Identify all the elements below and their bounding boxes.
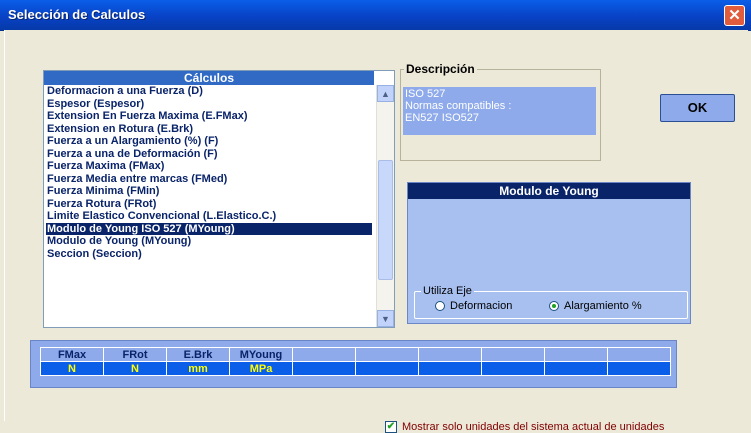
descripcion-line-2: Normas compatibles : [405, 100, 512, 112]
ok-button[interactable]: OK [660, 94, 735, 122]
unit-header-cell[interactable] [355, 347, 419, 362]
title-bar[interactable]: Selección de Calculos ✕ [0, 0, 751, 31]
unit-header-cell[interactable] [481, 347, 545, 362]
radio-alargamiento-icon [549, 301, 559, 312]
descripcion-group: Descripción ISO 527 Normas compatibles :… [400, 62, 601, 161]
scroll-thumb[interactable] [378, 160, 393, 280]
chevron-down-icon: ▼ [381, 314, 390, 324]
list-item[interactable]: Seccion (Seccion) [46, 248, 372, 261]
radio-alargamiento-label: Alargamiento % [564, 300, 642, 312]
unit-value-cell[interactable]: mm [166, 361, 230, 376]
list-item[interactable]: Limite Elastico Convencional (L.Elastico… [46, 210, 372, 223]
list-item[interactable]: Espesor (Espesor) [46, 98, 372, 111]
modulo-young-header: Modulo de Young [408, 183, 690, 199]
list-item[interactable]: Fuerza Maxima (FMax) [46, 160, 372, 173]
unit-value-cell[interactable] [292, 361, 356, 376]
unit-header-cell[interactable] [607, 347, 671, 362]
scroll-up-button[interactable]: ▲ [377, 85, 394, 102]
unit-value-cell[interactable] [481, 361, 545, 376]
calculos-list[interactable]: Cálculos Deformacion a una Fuerza (D) Esp… [43, 70, 395, 328]
chevron-up-icon: ▲ [381, 89, 390, 99]
mostrar-unidades-checkbox[interactable]: ✔ Mostrar solo unidades del sistema actua… [385, 421, 664, 433]
calculos-items: Deformacion a una Fuerza (D) Espesor (Esp… [46, 85, 372, 260]
descripcion-line-3: EN527 ISO527 [405, 112, 479, 124]
unit-value-cell[interactable] [418, 361, 482, 376]
list-item[interactable]: Modulo de Young ISO 527 (MYoung) [46, 222, 372, 235]
radio-deformacion-label: Deformacion [450, 300, 513, 312]
unit-value-cell[interactable] [607, 361, 671, 376]
units-table: FMax FRot E.Brk MYoung N Nmm MPa [40, 347, 671, 376]
unit-header-cell[interactable]: FRot [103, 347, 167, 362]
unit-value-cell[interactable]: MPa [229, 361, 293, 376]
list-item[interactable]: Fuerza a un Alargamiento (%) (F) [46, 135, 372, 148]
list-item[interactable]: Fuerza Rotura (FRot) [46, 198, 372, 211]
mostrar-unidades-label: Mostrar solo unidades del sistema actual… [402, 421, 665, 433]
radio-deformacion[interactable]: Deformacion [435, 300, 512, 312]
unit-header-cell[interactable]: MYoung [229, 347, 293, 362]
close-button[interactable]: ✕ [724, 5, 745, 26]
unit-header-cell[interactable] [544, 347, 608, 362]
descripcion-box: ISO 527 Normas compatibles : EN527 ISO52… [403, 87, 596, 135]
dialog-body: Cálculos Deformacion a una Fuerza (D) Esp… [4, 30, 748, 433]
utiliza-eje-group: Utiliza Eje Deformacion Alargamiento % [414, 285, 688, 319]
radio-alargamiento[interactable]: Alargamiento % [549, 300, 642, 312]
modulo-young-panel: Modulo de Young Utiliza Eje Deformacion … [407, 182, 691, 324]
unit-value-cell[interactable]: N [103, 361, 167, 376]
unit-header-cell[interactable]: E.Brk [166, 347, 230, 362]
list-item[interactable]: Modulo de Young (MYoung) [46, 235, 372, 248]
list-item[interactable]: Fuerza a una de Deformación (F) [46, 148, 372, 161]
list-item[interactable]: Fuerza Minima (FMin) [46, 185, 372, 198]
list-scrollbar[interactable]: ▲ ▼ [376, 85, 394, 327]
list-item[interactable]: Extension en Rotura (E.Brk) [46, 123, 372, 136]
unit-header-cell[interactable] [292, 347, 356, 362]
close-icon: ✕ [728, 7, 741, 24]
scroll-down-button[interactable]: ▼ [377, 310, 394, 327]
calculos-header: Cálculos [44, 71, 374, 85]
unit-header-cell[interactable]: FMax [40, 347, 104, 362]
list-item[interactable]: Extension En Fuerza Maxima (E.FMax) [46, 110, 372, 123]
descripcion-line-1: ISO 527 [405, 88, 446, 100]
unit-value-cell[interactable] [544, 361, 608, 376]
list-item[interactable]: Fuerza Media entre marcas (FMed) [46, 173, 372, 186]
list-item[interactable]: Deformacion a una Fuerza (D) [46, 85, 372, 98]
unit-header-cell[interactable] [418, 347, 482, 362]
utiliza-eje-label: Utiliza Eje [421, 285, 474, 297]
descripcion-label: Descripción [404, 62, 477, 76]
radio-deformacion-icon [435, 301, 445, 312]
window-title: Selección de Calculos [8, 7, 146, 22]
unit-value-cell[interactable] [355, 361, 419, 376]
checkbox-icon: ✔ [385, 421, 397, 433]
unit-value-cell[interactable]: N [40, 361, 104, 376]
units-panel: FMax FRot E.Brk MYoung N Nmm MPa [30, 340, 677, 388]
